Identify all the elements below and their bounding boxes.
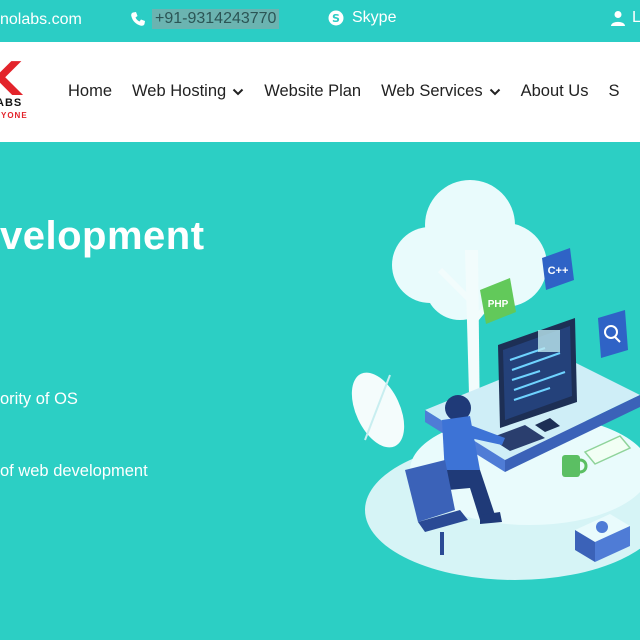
top-bar: nolabs.com +91-9314243770 S Skype Lo — [0, 0, 640, 42]
site-logo[interactable]: K ABS YONE — [0, 60, 40, 124]
phone-number[interactable]: +91-9314243770 — [152, 9, 280, 29]
svg-text:S: S — [332, 12, 340, 25]
user-icon — [611, 11, 625, 26]
nav-item-website-plan[interactable]: Website Plan — [264, 82, 361, 101]
nav-label: Website Plan — [264, 82, 362, 100]
logo-text: ABS — [0, 97, 23, 109]
hero-title: velopment — [0, 214, 205, 258]
login-label: Lo — [632, 9, 640, 26]
nav-label: S — [608, 82, 620, 100]
skype-link[interactable]: S Skype — [328, 9, 396, 27]
nav-label: Web Services — [381, 82, 483, 100]
skype-label: Skype — [352, 9, 397, 26]
search-badge — [598, 310, 628, 358]
login-link[interactable]: Lo — [610, 9, 640, 27]
nav-item-support[interactable]: S — [608, 82, 619, 101]
developer-illustration: C++ PHP — [351, 180, 640, 580]
logo-tagline: YONE — [1, 111, 28, 120]
chevron-down-icon — [232, 88, 244, 95]
nav-item-about-us[interactable]: About Us — [521, 82, 589, 101]
nav-label: Web Hosting — [132, 82, 227, 100]
skype-icon: S — [328, 10, 344, 26]
php-badge-label: PHP — [488, 299, 509, 310]
leaf-plant — [351, 372, 405, 448]
floating-panel — [538, 330, 560, 352]
phone-icon — [131, 12, 145, 26]
nav-menu: Home Web Hosting Website Plan Web Servic… — [68, 82, 619, 101]
nav-label: Home — [68, 82, 113, 100]
hero-feature-item: ority of OS — [0, 390, 78, 408]
nav-item-web-services[interactable]: Web Services — [381, 82, 500, 101]
cpp-badge: C++ — [542, 248, 574, 290]
logo-letter: K — [0, 60, 22, 106]
chevron-down-icon — [489, 88, 500, 95]
phone-contact[interactable]: +91-9314243770 — [130, 9, 280, 29]
hero-feature-item: of web development — [0, 462, 148, 480]
email-link[interactable]: nolabs.com — [0, 11, 82, 29]
cpp-badge-label: C++ — [548, 265, 569, 277]
nav-item-web-hosting[interactable]: Web Hosting — [132, 82, 244, 101]
nav-label: About Us — [520, 82, 589, 100]
nav-item-home[interactable]: Home — [68, 82, 112, 101]
main-navbar: K ABS YONE Home Web Hosting Website Plan… — [0, 42, 640, 142]
